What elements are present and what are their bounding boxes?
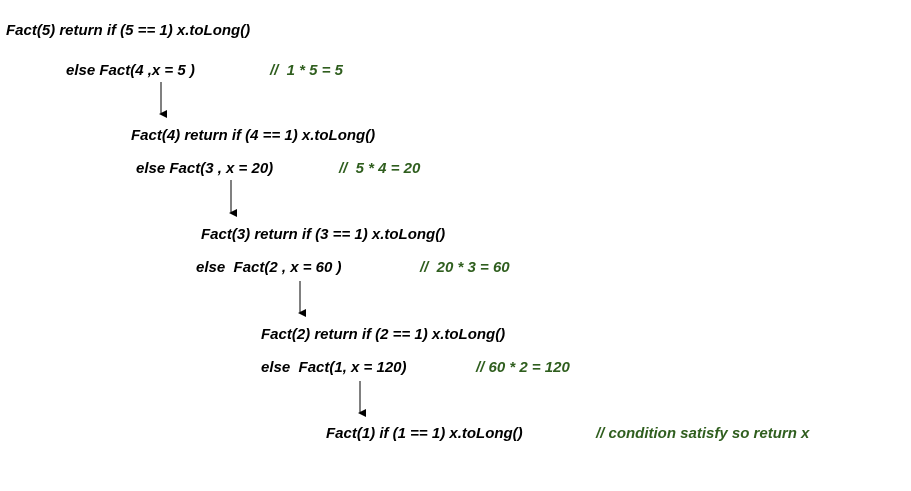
recursion-arrows (159, 82, 366, 417)
